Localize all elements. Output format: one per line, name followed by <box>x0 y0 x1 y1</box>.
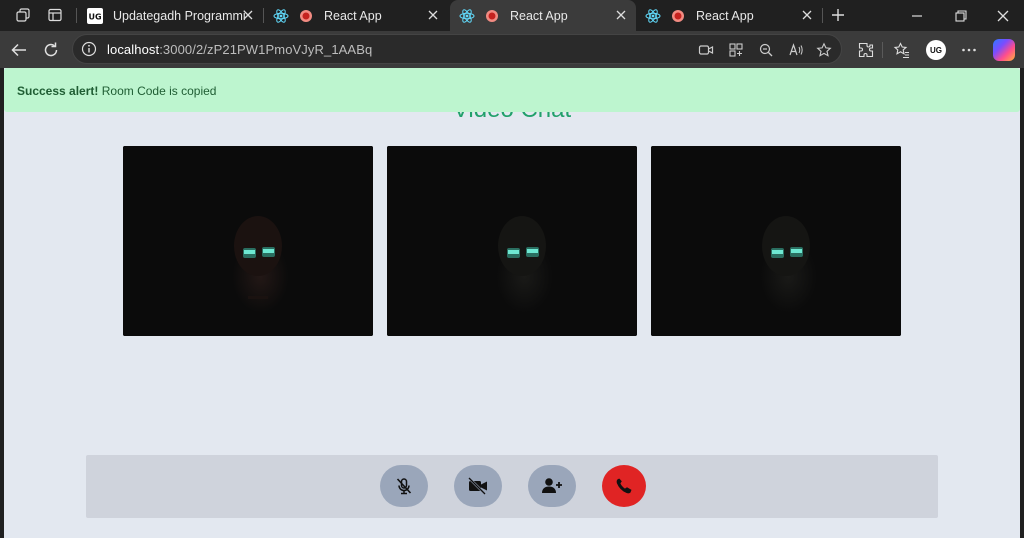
add-participant-button[interactable] <box>528 465 576 507</box>
tab-updategadh[interactable]: UG Updategadh Programming <box>78 0 263 31</box>
close-tab-icon[interactable] <box>241 8 255 22</box>
participant-video-1 <box>123 146 373 336</box>
react-icon <box>459 8 475 24</box>
page-content: Success alert! Room Code is copied Video… <box>4 68 1020 538</box>
react-icon <box>645 8 661 24</box>
stop-camera-button[interactable] <box>454 465 502 507</box>
recording-indicator-icon <box>484 8 500 24</box>
browser-toolbar: localhost:3000/2/zP21PW1PmoVJyR_1AABq UG <box>0 31 1024 68</box>
zoom-icon[interactable] <box>757 41 775 59</box>
close-tab-icon[interactable] <box>614 8 628 22</box>
new-tab-button[interactable] <box>829 6 847 24</box>
video-frame <box>123 146 373 336</box>
close-tab-icon[interactable] <box>800 8 814 22</box>
favorite-star-icon[interactable] <box>815 41 833 59</box>
tab-react-app-3[interactable]: React App <box>636 0 822 31</box>
url-host: localhost <box>107 42 160 57</box>
favorites-icon[interactable] <box>892 40 912 60</box>
recording-indicator-icon <box>670 8 686 24</box>
video-off-icon <box>468 477 487 495</box>
read-aloud-icon[interactable] <box>787 41 805 59</box>
tab-title: React App <box>324 8 382 23</box>
workspaces-icon[interactable] <box>14 6 32 24</box>
more-options-icon[interactable] <box>959 40 979 60</box>
extensions-icon[interactable] <box>856 40 876 60</box>
tab-react-app-1[interactable]: React App <box>264 0 448 31</box>
user-plus-icon <box>542 478 562 493</box>
tab-strip: UG Updategadh Programming React App Reac… <box>0 0 1024 31</box>
minimize-button[interactable] <box>894 0 940 31</box>
participant-video-3 <box>651 146 901 336</box>
call-controls <box>86 455 938 518</box>
updategadh-logo-icon: UG <box>87 7 103 24</box>
success-alert: Success alert! Room Code is copied <box>4 68 1020 112</box>
alert-message: Room Code is copied <box>98 84 217 98</box>
video-frame <box>387 146 637 336</box>
site-info-icon[interactable] <box>81 41 97 57</box>
url-path: :3000/2/zP21PW1PmoVJyR_1AABq <box>159 42 373 57</box>
close-tab-icon[interactable] <box>426 8 440 22</box>
recording-indicator-icon <box>298 8 314 24</box>
restore-button[interactable] <box>938 0 984 31</box>
back-button[interactable] <box>8 39 30 61</box>
copilot-icon[interactable] <box>993 39 1015 61</box>
tab-title: React App <box>510 8 568 23</box>
close-window-button[interactable] <box>980 0 1024 31</box>
mic-off-icon <box>396 478 412 495</box>
alert-title: Success alert! <box>17 84 99 98</box>
mute-microphone-button[interactable] <box>380 465 428 507</box>
tab-react-app-2[interactable]: React App <box>450 0 636 31</box>
video-frame <box>651 146 901 336</box>
profile-avatar[interactable]: UG <box>926 40 946 60</box>
app-available-icon[interactable] <box>727 41 745 59</box>
camera-in-use-icon[interactable] <box>697 41 715 59</box>
participant-video-2 <box>387 146 637 336</box>
tab-actions-icon[interactable] <box>46 6 64 24</box>
end-call-button[interactable] <box>602 465 646 507</box>
react-icon <box>273 8 289 24</box>
svg-text:UG: UG <box>88 12 101 21</box>
tab-title: Updategadh Programming <box>113 8 246 23</box>
url-text[interactable]: localhost:3000/2/zP21PW1PmoVJyR_1AABq <box>107 42 372 57</box>
phone-icon <box>616 478 632 494</box>
tab-title: React App <box>696 8 754 23</box>
refresh-button[interactable] <box>40 39 62 61</box>
address-bar[interactable]: localhost:3000/2/zP21PW1PmoVJyR_1AABq <box>72 34 842 64</box>
